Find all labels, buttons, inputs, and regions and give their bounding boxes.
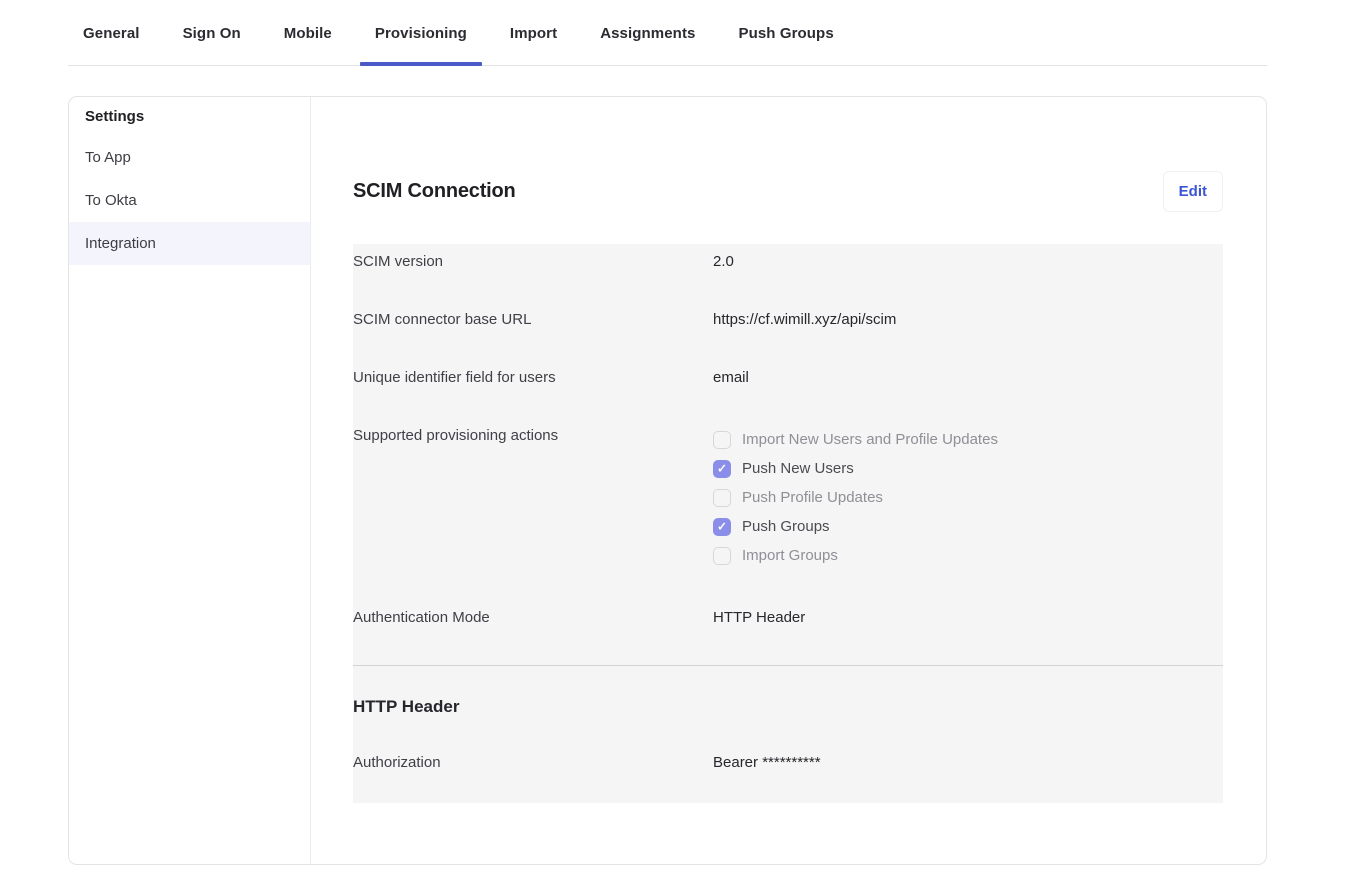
option-label: Push New Users — [742, 458, 854, 479]
sidebar-item-integration[interactable]: Integration — [69, 222, 310, 265]
checkbox[interactable]: ✓ — [713, 489, 731, 507]
tab-import[interactable]: Import — [495, 0, 572, 65]
option-label: Import New Users and Profile Updates — [742, 429, 998, 450]
option-push-profile-updates[interactable]: ✓ Push Profile Updates — [713, 483, 998, 512]
field-label: Unique identifier field for users — [353, 367, 713, 388]
field-scim-version: SCIM version 2.0 — [353, 251, 1223, 272]
sidebar-item-to-okta[interactable]: To Okta — [69, 179, 310, 222]
provisioning-panel: Settings To App To Okta Integration SCIM… — [68, 96, 1267, 865]
scim-section-header: SCIM Connection Edit — [353, 167, 1223, 215]
option-label: Import Groups — [742, 545, 838, 566]
field-label: Supported provisioning actions — [353, 425, 713, 446]
option-push-new-users[interactable]: ✓ Push New Users — [713, 454, 998, 483]
field-unique-identifier: Unique identifier field for users email — [353, 367, 1223, 388]
option-import-new-users[interactable]: ✓ Import New Users and Profile Updates — [713, 425, 998, 454]
scim-connection-title: SCIM Connection — [353, 180, 516, 203]
tab-sign-on[interactable]: Sign On — [168, 0, 256, 65]
checkbox[interactable]: ✓ — [713, 431, 731, 449]
field-value: email — [713, 367, 749, 388]
option-label: Push Groups — [742, 516, 830, 537]
field-label: SCIM version — [353, 251, 713, 272]
option-import-groups[interactable]: ✓ Import Groups — [713, 541, 998, 570]
tab-assignments[interactable]: Assignments — [585, 0, 710, 65]
app-tab-bar: General Sign On Mobile Provisioning Impo… — [68, 0, 1267, 66]
field-value: 2.0 — [713, 251, 734, 272]
option-push-groups[interactable]: ✓ Push Groups — [713, 512, 998, 541]
tab-general[interactable]: General — [68, 0, 155, 65]
checkbox[interactable]: ✓ — [713, 460, 731, 478]
field-scim-base-url: SCIM connector base URL https://cf.wimil… — [353, 309, 1223, 330]
tab-provisioning[interactable]: Provisioning — [360, 0, 482, 65]
edit-button[interactable]: Edit — [1163, 171, 1223, 212]
checkbox[interactable]: ✓ — [713, 518, 731, 536]
field-value: Bearer ********** — [713, 752, 821, 773]
sidebar-item-to-app[interactable]: To App — [69, 136, 310, 179]
page-content: General Sign On Mobile Provisioning Impo… — [68, 0, 1267, 865]
checkmark-icon: ✓ — [717, 462, 727, 474]
field-authorization: Authorization Bearer ********** — [353, 752, 1223, 773]
tab-mobile[interactable]: Mobile — [269, 0, 347, 65]
http-header-title: HTTP Header — [353, 666, 1223, 717]
checkmark-icon: ✓ — [717, 520, 727, 532]
field-authentication-mode: Authentication Mode HTTP Header — [353, 607, 1223, 628]
field-provisioning-actions: Supported provisioning actions ✓ Import … — [353, 425, 1223, 570]
field-label: Authorization — [353, 752, 713, 773]
tab-push-groups[interactable]: Push Groups — [723, 0, 848, 65]
sidebar-header: Settings — [69, 97, 310, 136]
checkbox[interactable]: ✓ — [713, 547, 731, 565]
integration-main: SCIM Connection Edit SCIM version 2.0 SC… — [311, 97, 1266, 864]
field-value: HTTP Header — [713, 607, 805, 628]
option-label: Push Profile Updates — [742, 487, 883, 508]
field-label: Authentication Mode — [353, 607, 713, 628]
settings-sidebar: Settings To App To Okta Integration — [69, 97, 311, 864]
provisioning-actions-list: ✓ Import New Users and Profile Updates ✓… — [713, 425, 998, 570]
scim-settings-block: SCIM version 2.0 SCIM connector base URL… — [353, 244, 1223, 803]
field-value: https://cf.wimill.xyz/api/scim — [713, 309, 896, 330]
field-label: SCIM connector base URL — [353, 309, 713, 330]
